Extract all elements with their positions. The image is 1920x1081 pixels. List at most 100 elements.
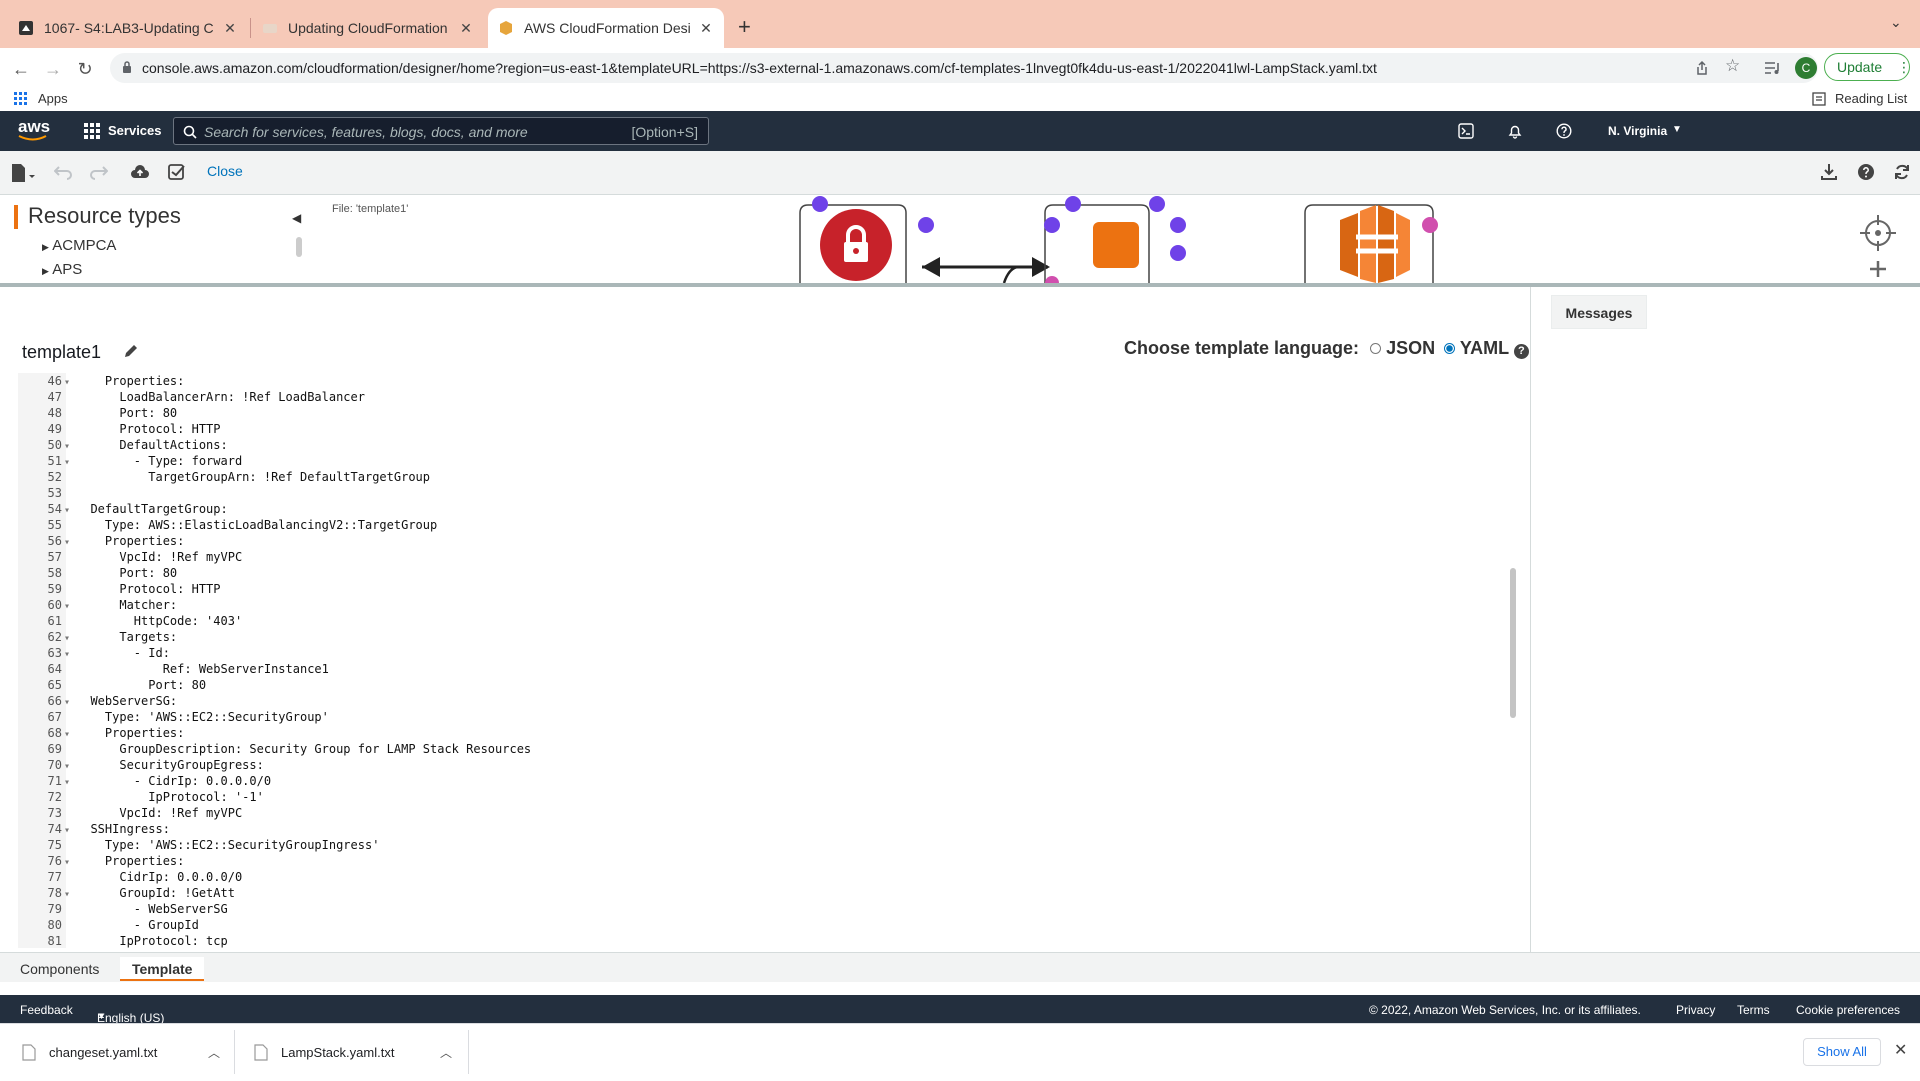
code-line[interactable]: 48 Port: 80	[18, 405, 1518, 421]
download-item-lampstack[interactable]: LampStack.yaml.txt ︿	[254, 1024, 454, 1081]
code-line[interactable]: 50 ▾ DefaultActions:	[18, 437, 1518, 453]
code-line[interactable]: 51 ▾ - Type: forward	[18, 453, 1518, 469]
close-tab-icon[interactable]: ✕	[458, 20, 474, 37]
code-line[interactable]: 59 Protocol: HTTP	[18, 581, 1518, 597]
code-line[interactable]: 75 Type: 'AWS::EC2::SecurityGroupIngress…	[18, 837, 1518, 853]
resource-item-aps[interactable]: ▶ APS	[42, 261, 82, 278]
code-line[interactable]: 72 IpProtocol: '-1'	[18, 789, 1518, 805]
close-tab-icon[interactable]: ✕	[698, 20, 714, 37]
yaml-radio[interactable]	[1444, 343, 1456, 354]
resource-panel-scrollbar[interactable]	[296, 237, 302, 257]
tab-search-chevron-icon[interactable]: ⌄	[1890, 14, 1902, 31]
create-stack-cloud-icon[interactable]	[130, 163, 150, 181]
code-line[interactable]: 79 - WebServerSG	[18, 901, 1518, 917]
resource-item-acmpca[interactable]: ▶ ACMPCA	[42, 237, 116, 254]
edit-pencil-icon[interactable]	[123, 343, 139, 359]
code-line[interactable]: 60 ▾ Matcher:	[18, 597, 1518, 613]
messages-tab[interactable]: Messages	[1551, 295, 1647, 329]
reading-list-icon[interactable]	[1812, 92, 1826, 106]
code-line[interactable]: 56 ▾ Properties:	[18, 533, 1518, 549]
browser-tab-3-active[interactable]: AWS CloudFormation Designer ✕	[488, 8, 724, 48]
code-line[interactable]: 71 ▾ - CidrIp: 0.0.0.0/0	[18, 773, 1518, 789]
reading-list-link[interactable]: Reading List	[1835, 91, 1907, 106]
services-menu[interactable]: Services	[108, 123, 162, 138]
code-line[interactable]: 47 LoadBalancerArn: !Ref LoadBalancer	[18, 389, 1518, 405]
designer-canvas[interactable]: File: 'template1'	[310, 195, 1920, 283]
terms-link[interactable]: Terms	[1737, 1003, 1770, 1017]
close-shelf-icon[interactable]: ✕	[1894, 1040, 1907, 1060]
code-line[interactable]: 78 ▾ GroupId: !GetAtt	[18, 885, 1518, 901]
code-line[interactable]: 65 Port: 80	[18, 677, 1518, 693]
code-line[interactable]: 52 TargetGroupArn: !Ref DefaultTargetGro…	[18, 469, 1518, 485]
code-line[interactable]: 80 - GroupId	[18, 917, 1518, 933]
code-line[interactable]: 46 ▾ Properties:	[18, 373, 1518, 389]
code-editor[interactable]: 46 ▾ Properties: 47 LoadBalancerArn: !Ref …	[18, 373, 1518, 948]
show-all-downloads-button[interactable]: Show All	[1803, 1038, 1881, 1066]
refresh-diagram-icon[interactable]	[1893, 163, 1911, 181]
tab-template[interactable]: Template	[120, 957, 205, 981]
code-line[interactable]: 74 ▾ SSHIngress:	[18, 821, 1518, 837]
help-icon[interactable]	[1857, 163, 1875, 181]
code-line[interactable]: 81 IpProtocol: tcp	[18, 933, 1518, 948]
back-arrow-icon[interactable]: ←	[10, 58, 32, 80]
aws-logo[interactable]: aws	[18, 117, 50, 141]
code-line[interactable]: 69 GroupDescription: Security Group for …	[18, 741, 1518, 757]
more-menu-icon[interactable]: ⋮	[1897, 54, 1911, 80]
share-icon[interactable]	[1694, 60, 1710, 76]
download-icon[interactable]	[1820, 163, 1838, 181]
cookie-preferences-link[interactable]: Cookie preferences	[1796, 1003, 1900, 1017]
new-tab-icon[interactable]: +	[738, 14, 751, 40]
code-line[interactable]: 57 VpcId: !Ref myVPC	[18, 549, 1518, 565]
url-bar[interactable]: console.aws.amazon.com/cloudformation/de…	[110, 53, 1818, 83]
code-line[interactable]: 49 Protocol: HTTP	[18, 421, 1518, 437]
collapse-panel-icon[interactable]: ◀	[292, 211, 301, 225]
bookmark-star-icon[interactable]: ☆	[1725, 56, 1740, 76]
code-line[interactable]: 67 Type: 'AWS::EC2::SecurityGroup'	[18, 709, 1518, 725]
apps-bookmark[interactable]: Apps	[38, 91, 68, 106]
help-circle-icon[interactable]	[1556, 123, 1572, 139]
undo-icon[interactable]	[54, 163, 72, 181]
json-radio[interactable]	[1370, 343, 1382, 354]
code-line[interactable]: 61 HttpCode: '403'	[18, 613, 1518, 629]
privacy-link[interactable]: Privacy	[1676, 1003, 1715, 1017]
cloudshell-icon[interactable]	[1458, 123, 1474, 139]
close-tab-icon[interactable]: ✕	[222, 20, 238, 37]
aws-search-input[interactable]: Search for services, features, blogs, do…	[173, 117, 709, 145]
region-caret-icon[interactable]: ▼	[1672, 124, 1682, 135]
yaml-option-label[interactable]: YAML	[1460, 338, 1509, 358]
code-line[interactable]: 66 ▾ WebServerSG:	[18, 693, 1518, 709]
apps-grid-icon[interactable]	[14, 92, 28, 106]
browser-tab-2[interactable]: Updating CloudFormation Sta ✕	[252, 8, 484, 48]
editor-scrollbar[interactable]	[1510, 568, 1516, 718]
download-item-changeset[interactable]: changeset.yaml.txt ︿	[22, 1024, 222, 1081]
language-help-icon[interactable]: ?	[1513, 344, 1529, 359]
services-grid-icon[interactable]	[84, 123, 100, 139]
code-line[interactable]: 76 ▾ Properties:	[18, 853, 1518, 869]
update-button[interactable]: Update ⋮	[1824, 53, 1911, 81]
forward-arrow-icon[interactable]: →	[42, 58, 64, 80]
code-line[interactable]: 53	[18, 485, 1518, 501]
code-line[interactable]: 70 ▾ SecurityGroupEgress:	[18, 757, 1518, 773]
code-line[interactable]: 77 CidrIp: 0.0.0.0/0	[18, 869, 1518, 885]
lock-icon[interactable]	[122, 61, 132, 74]
code-line[interactable]: 68 ▾ Properties:	[18, 725, 1518, 741]
code-line[interactable]: 73 VpcId: !Ref myVPC	[18, 805, 1518, 821]
reload-icon[interactable]: ↻	[74, 58, 96, 80]
notifications-bell-icon[interactable]	[1507, 123, 1523, 139]
tab-components[interactable]: Components	[8, 957, 111, 981]
feedback-link[interactable]: Feedback	[20, 1003, 73, 1017]
media-control-icon[interactable]	[1764, 60, 1782, 76]
region-selector[interactable]: N. Virginia	[1608, 124, 1667, 138]
chevron-up-icon[interactable]: ︿	[440, 1044, 452, 1061]
browser-tab-1[interactable]: 1067- S4:LAB3-Updating Clou ✕	[8, 8, 248, 48]
validate-template-icon[interactable]	[168, 163, 186, 181]
file-menu-icon[interactable]	[10, 163, 36, 183]
code-line[interactable]: 55 Type: AWS::ElasticLoadBalancingV2::Ta…	[18, 517, 1518, 533]
code-line[interactable]: 54 ▾ DefaultTargetGroup:	[18, 501, 1518, 517]
json-option-label[interactable]: JSON	[1386, 338, 1435, 358]
profile-avatar[interactable]: C	[1795, 57, 1817, 79]
chevron-up-icon[interactable]: ︿	[208, 1044, 220, 1061]
code-line[interactable]: 63 ▾ - Id:	[18, 645, 1518, 661]
redo-icon[interactable]	[90, 163, 108, 181]
code-line[interactable]: 58 Port: 80	[18, 565, 1518, 581]
